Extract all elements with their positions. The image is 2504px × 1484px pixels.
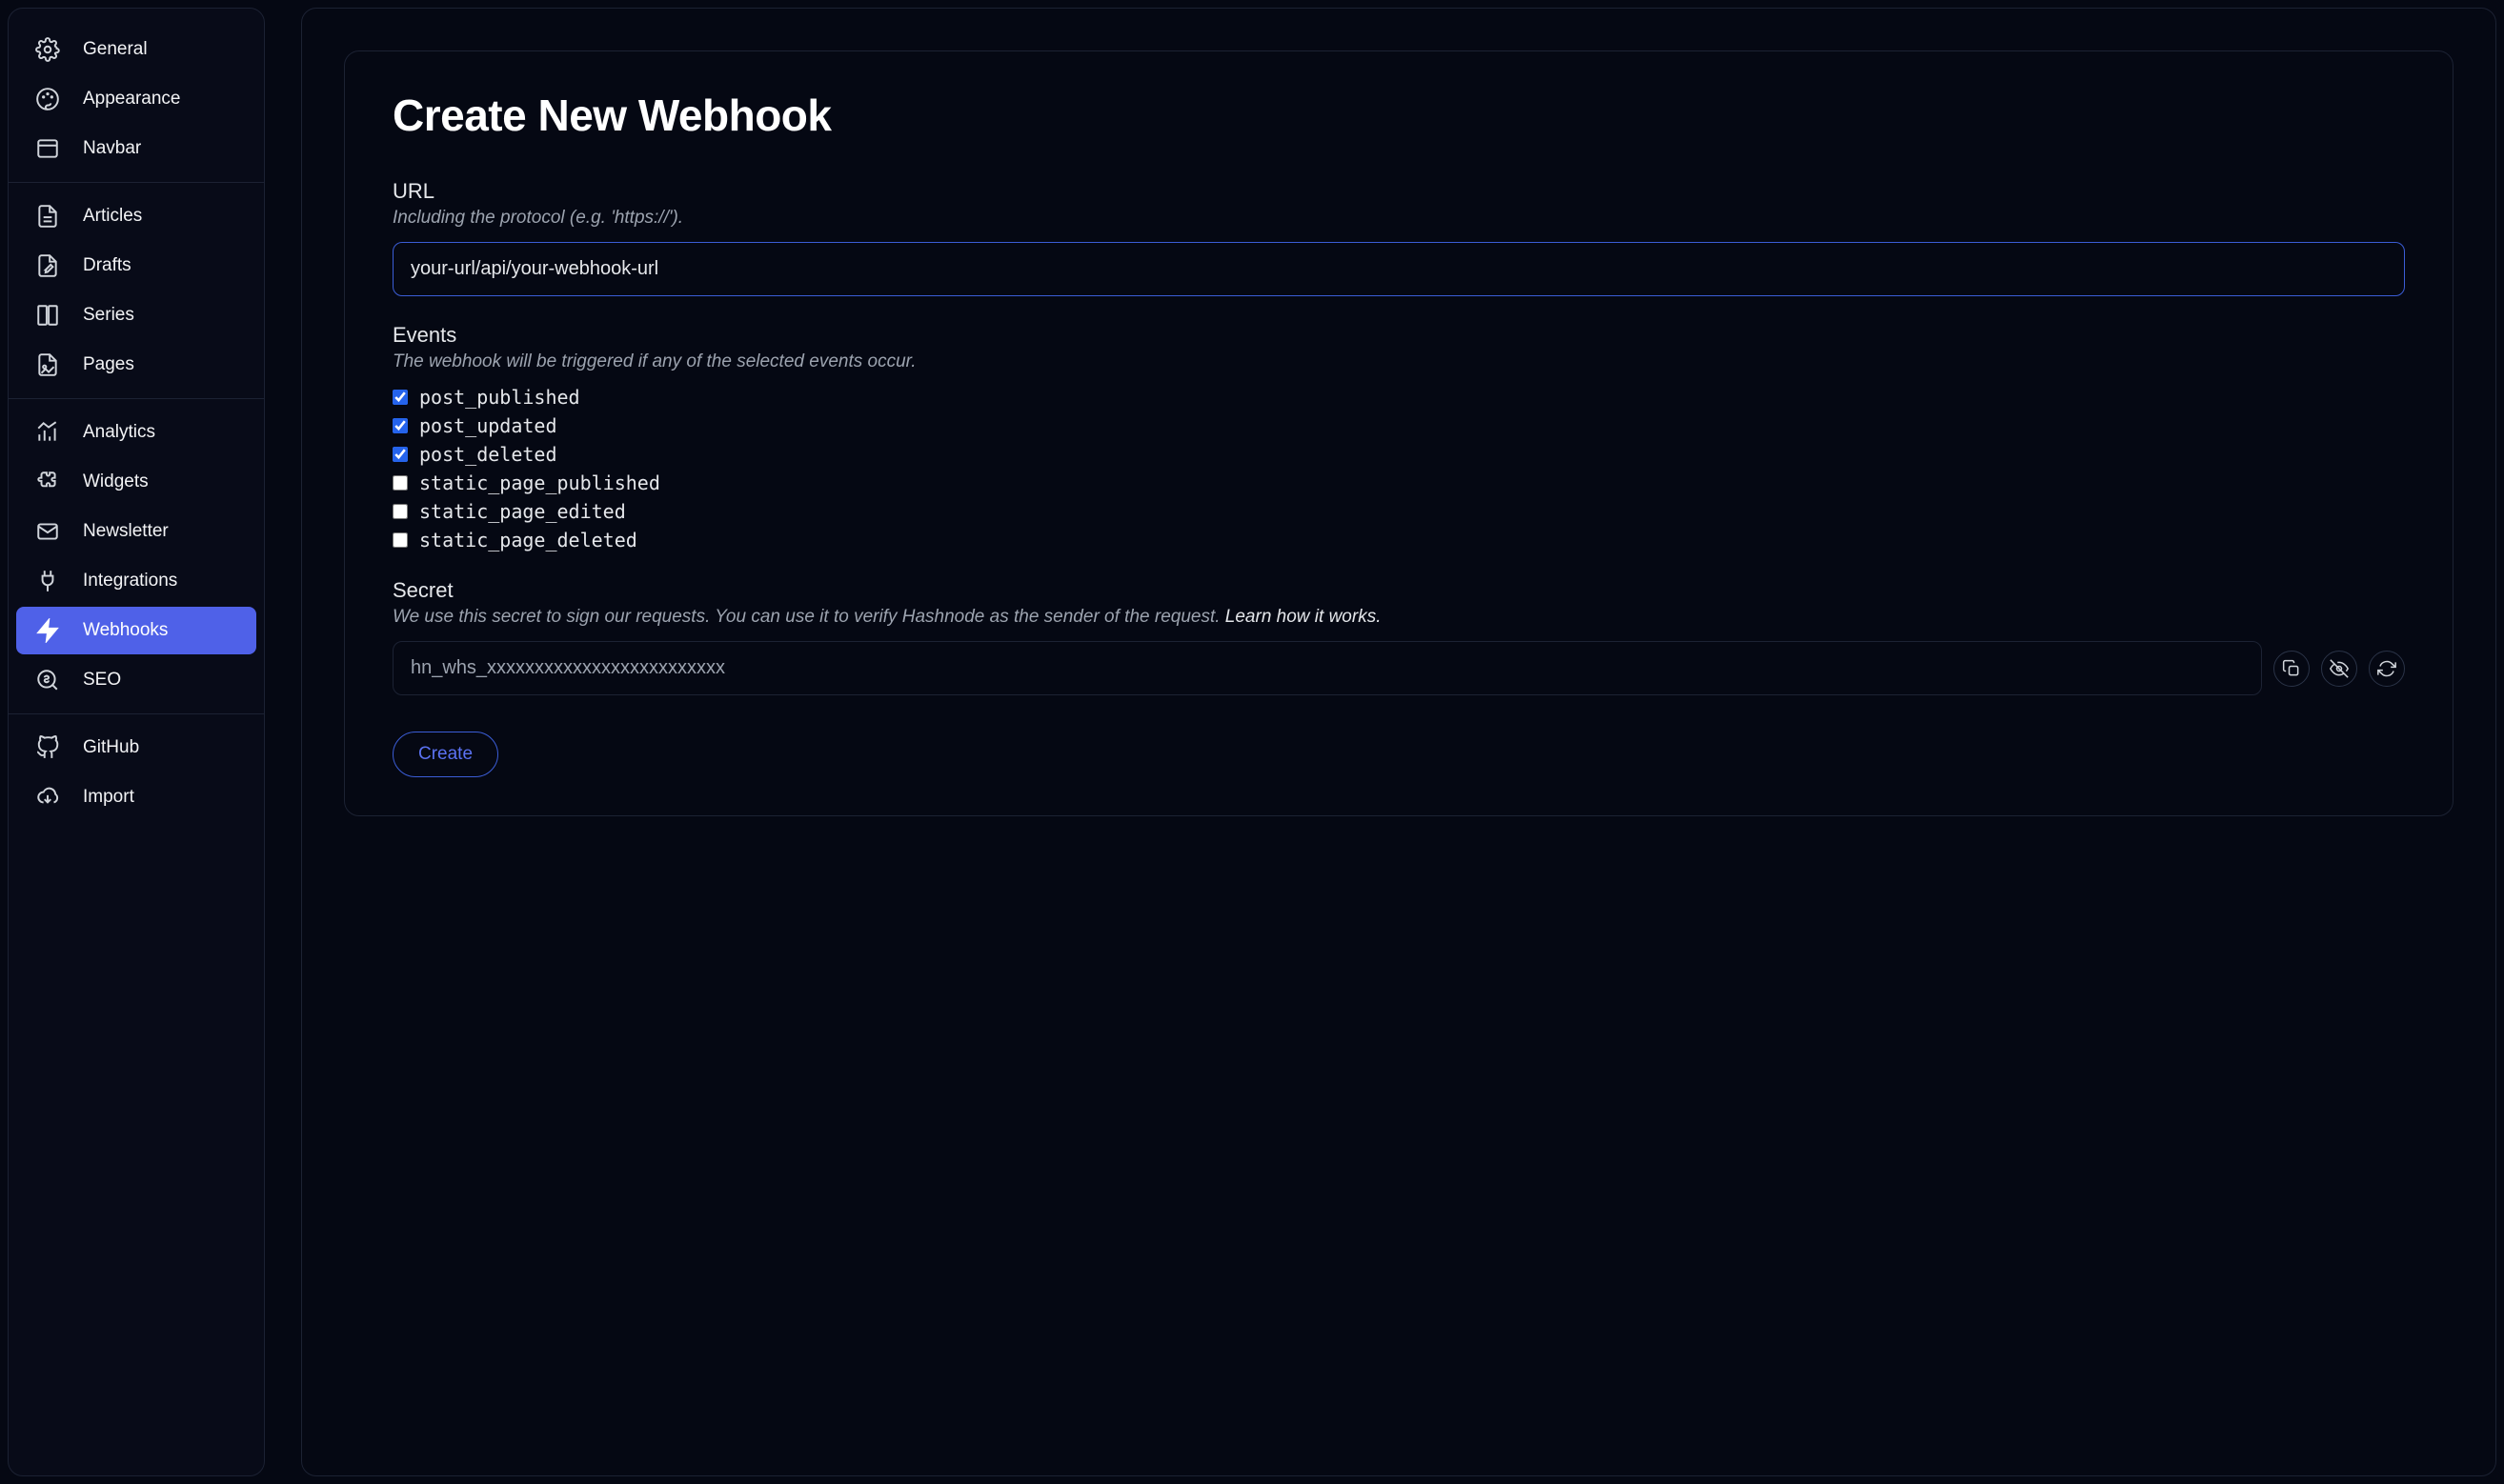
secret-field-group: Secret We use this secret to sign our re… [393, 578, 2405, 695]
sidebar: General Appearance Navbar Articles Dr [8, 8, 265, 1476]
url-field-group: URL Including the protocol (e.g. 'https:… [393, 179, 2405, 296]
url-label: URL [393, 179, 2405, 204]
sidebar-item-label: Navbar [83, 138, 141, 159]
url-input[interactable] [393, 242, 2405, 296]
sidebar-item-general[interactable]: General [16, 26, 256, 73]
sidebar-item-widgets[interactable]: Widgets [16, 458, 256, 506]
refresh-icon [2374, 656, 2399, 681]
sidebar-item-webhooks[interactable]: Webhooks [16, 607, 256, 654]
sidebar-item-label: Newsletter [83, 521, 169, 542]
sidebar-item-label: Widgets [83, 471, 149, 492]
sidebar-item-seo[interactable]: SEO [16, 656, 256, 704]
sidebar-item-integrations[interactable]: Integrations [16, 557, 256, 605]
regenerate-secret-button[interactable] [2369, 651, 2405, 687]
sidebar-item-navbar[interactable]: Navbar [16, 125, 256, 172]
cloud-download-icon [35, 785, 60, 810]
events-label: Events [393, 323, 2405, 348]
event-checkbox-static-page-published[interactable] [393, 475, 408, 491]
search-dollar-icon [35, 668, 60, 692]
copy-secret-button[interactable] [2273, 651, 2310, 687]
sidebar-item-label: SEO [83, 670, 121, 691]
event-row-post-deleted: post_deleted [393, 443, 2405, 466]
sidebar-item-label: Appearance [83, 89, 180, 110]
secret-learn-link[interactable]: Learn how it works. [1225, 607, 1382, 627]
webhook-form-card: Create New Webhook URL Including the pro… [344, 50, 2454, 816]
secret-hint-text: We use this secret to sign our requests.… [393, 607, 1225, 627]
event-checkbox-static-page-deleted[interactable] [393, 532, 408, 548]
secret-row [393, 641, 2405, 695]
sidebar-item-label: Integrations [83, 571, 177, 592]
puzzle-icon [35, 470, 60, 494]
layout-icon [35, 136, 60, 161]
sidebar-item-import[interactable]: Import [16, 773, 256, 821]
envelope-icon [35, 519, 60, 544]
toggle-visibility-button[interactable] [2321, 651, 2357, 687]
event-label: post_updated [419, 414, 557, 437]
github-icon [35, 735, 60, 760]
secret-label: Secret [393, 578, 2405, 603]
plug-icon [35, 569, 60, 593]
sidebar-item-analytics[interactable]: Analytics [16, 409, 256, 456]
gear-icon [35, 37, 60, 62]
sidebar-group: General Appearance Navbar [9, 16, 264, 183]
sidebar-item-appearance[interactable]: Appearance [16, 75, 256, 123]
sidebar-item-label: Analytics [83, 422, 155, 443]
event-checkbox-post-updated[interactable] [393, 418, 408, 433]
copy-icon [2279, 656, 2304, 681]
sidebar-item-label: GitHub [83, 737, 139, 758]
image-document-icon [35, 352, 60, 377]
event-label: post_published [419, 386, 580, 409]
sidebar-item-github[interactable]: GitHub [16, 724, 256, 772]
sidebar-item-label: Drafts [83, 255, 131, 276]
sidebar-group: GitHub Import [9, 714, 264, 831]
sidebar-item-label: Articles [83, 206, 142, 227]
event-label: post_deleted [419, 443, 557, 466]
sidebar-item-series[interactable]: Series [16, 291, 256, 339]
main: Create New Webhook URL Including the pro… [273, 0, 2504, 1484]
document-icon [35, 204, 60, 229]
page-title: Create New Webhook [393, 90, 2405, 141]
sidebar-item-pages[interactable]: Pages [16, 341, 256, 389]
palette-icon [35, 87, 60, 111]
sidebar-item-articles[interactable]: Articles [16, 192, 256, 240]
event-row-post-published: post_published [393, 386, 2405, 409]
secret-hint: We use this secret to sign our requests.… [393, 607, 2405, 628]
event-checkbox-post-deleted[interactable] [393, 447, 408, 462]
event-label: static_page_published [419, 471, 660, 494]
chart-icon [35, 420, 60, 445]
sidebar-group: Articles Drafts Series Pages [9, 183, 264, 399]
events-field-group: Events The webhook will be triggered if … [393, 323, 2405, 551]
event-row-static-page-deleted: static_page_deleted [393, 529, 2405, 551]
sidebar-group: Analytics Widgets Newsletter Integration… [9, 399, 264, 714]
columns-icon [35, 303, 60, 328]
bolt-icon [35, 618, 60, 643]
sidebar-item-newsletter[interactable]: Newsletter [16, 508, 256, 555]
events-hint: The webhook will be triggered if any of … [393, 351, 2405, 372]
event-checkbox-post-published[interactable] [393, 390, 408, 405]
event-label: static_page_edited [419, 500, 626, 523]
eye-off-icon [2327, 656, 2352, 681]
sidebar-item-label: Pages [83, 354, 134, 375]
sidebar-item-label: Webhooks [83, 620, 168, 641]
event-row-static-page-edited: static_page_edited [393, 500, 2405, 523]
main-panel: Create New Webhook URL Including the pro… [301, 8, 2496, 1476]
event-label: static_page_deleted [419, 529, 637, 551]
sidebar-item-label: Series [83, 305, 134, 326]
event-checkbox-static-page-edited[interactable] [393, 504, 408, 519]
edit-document-icon [35, 253, 60, 278]
event-row-static-page-published: static_page_published [393, 471, 2405, 494]
sidebar-item-label: General [83, 39, 148, 60]
url-hint: Including the protocol (e.g. 'https://')… [393, 208, 2405, 229]
sidebar-item-label: Import [83, 787, 134, 808]
create-button[interactable]: Create [393, 732, 498, 777]
sidebar-item-drafts[interactable]: Drafts [16, 242, 256, 290]
secret-input[interactable] [393, 641, 2262, 695]
event-row-post-updated: post_updated [393, 414, 2405, 437]
